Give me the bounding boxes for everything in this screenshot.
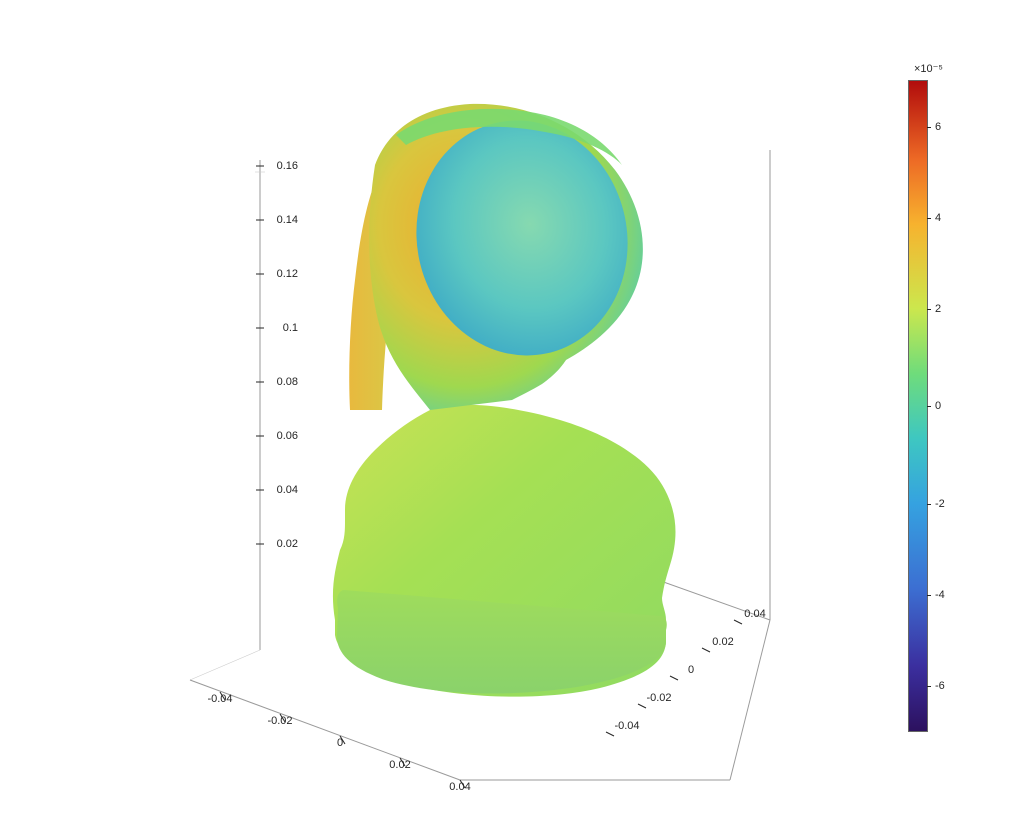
cb-tick-label: -4	[935, 589, 945, 601]
x-tick-label: 0	[320, 737, 360, 749]
y-tick-label: 0.02	[703, 636, 743, 648]
cb-tick-label: 2	[935, 303, 941, 315]
z-tick-label: 0.06	[258, 430, 298, 442]
x-tick-label: 0.02	[380, 759, 420, 771]
z-tick-label: 0.16	[258, 160, 298, 172]
z-tick-label: 0.1	[258, 322, 298, 334]
y-tick-label: -0.04	[607, 720, 647, 732]
x-tick-label: -0.04	[200, 693, 240, 705]
plot3d-svg	[130, 60, 830, 780]
z-tick-label: 0.08	[258, 376, 298, 388]
cb-tick-label: -2	[935, 498, 945, 510]
cb-tick-label: 6	[935, 121, 941, 133]
colorbar-exponent: ×10⁻⁵	[914, 62, 943, 75]
y-tick-label: 0	[671, 664, 711, 676]
cb-tick-label: 0	[935, 400, 941, 412]
y-tick-label: -0.02	[639, 692, 679, 704]
plot3d-axes	[130, 60, 830, 780]
x-tick-label: 0.04	[440, 781, 480, 793]
colorbar: 6 4 2 0 -2 -4 -6	[908, 80, 928, 732]
z-tick-label: 0.12	[258, 268, 298, 280]
z-tick-label: 0.04	[258, 484, 298, 496]
z-tick-label: 0.14	[258, 214, 298, 226]
y-tick-label: 0.04	[735, 608, 775, 620]
x-tick-label: -0.02	[260, 715, 300, 727]
cb-tick-label: 4	[935, 212, 941, 224]
z-tick-label: 0.02	[258, 538, 298, 550]
cb-tick-label: -6	[935, 680, 945, 692]
surface-3d-body	[333, 101, 676, 697]
